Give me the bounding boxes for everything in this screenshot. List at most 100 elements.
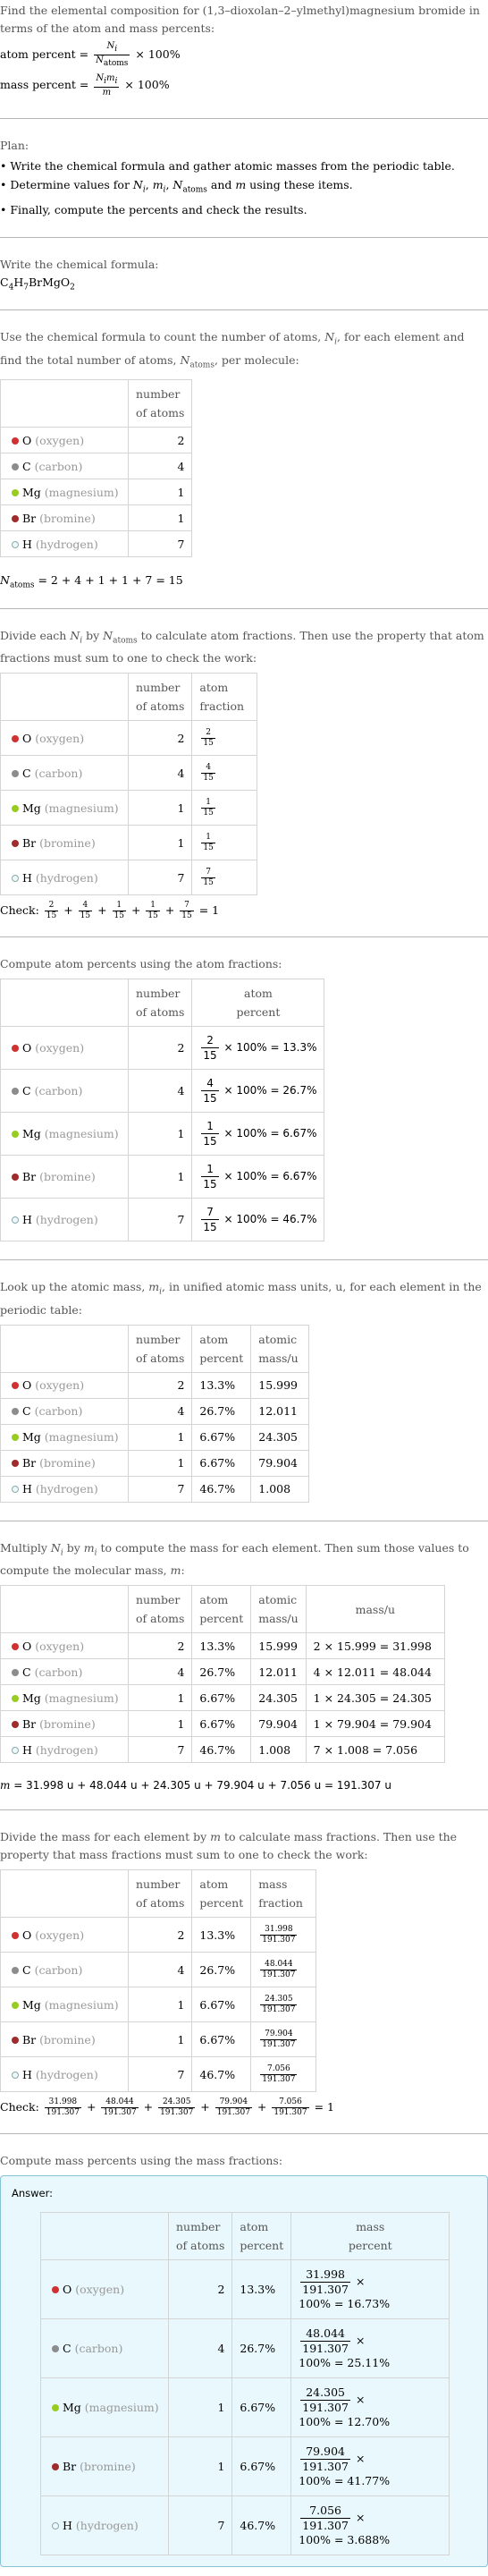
element-symbol: O <box>22 1041 32 1055</box>
element-symbol: C <box>22 1084 31 1097</box>
check-label: Check: <box>0 903 39 917</box>
mass-fraction-lead: Divide the mass for each element by m to… <box>0 1830 458 1861</box>
atom-count: 1 <box>127 1987 193 2022</box>
fraction: 79.904 191.307 <box>260 2029 298 2049</box>
lookup-section: Look up the atomic mass, mi, in unified … <box>0 1271 488 1503</box>
element-name: (bromine) <box>39 511 96 525</box>
mass-calc: 7 × 1.008 = 7.056 <box>305 1736 445 1763</box>
atom-fraction: 7 15 <box>191 860 258 895</box>
fraction: 48.044 191.307 <box>101 2097 139 2117</box>
element-name: (carbon) <box>34 1962 83 1977</box>
column-header: number of atoms <box>127 1869 193 1918</box>
element-name: (bromine) <box>39 1456 96 1470</box>
atom-percent-table: number of atoms atom percent O (oxygen) 2 2 15 … <box>0 979 325 1241</box>
question-text: Find the elemental composition for (1,3–… <box>0 4 480 35</box>
table-row: Mg (magnesium) 1 6.67% 24.305 191.307 <box>0 1987 317 2022</box>
atom-percent: 26.7% <box>191 1397 252 1425</box>
count-table: number of atoms O (oxygen) 2 C (carbon) 4 Mg (… <box>0 379 193 557</box>
element-cell: H (hydrogen) <box>0 530 129 557</box>
atom-count: 2 <box>127 1632 193 1659</box>
fraction: 1 15 <box>201 832 215 852</box>
answer-label: Answer: <box>12 2187 54 2199</box>
plan-list: Write the chemical formula and gather at… <box>0 157 488 219</box>
element-color-dot-icon <box>12 1694 19 1702</box>
element-name: (magnesium) <box>44 485 119 499</box>
atom-percent-calc: 1 15 × 100% = 6.67% <box>191 1155 325 1199</box>
element-cell: C (carbon) <box>0 1397 129 1425</box>
fraction: 4 15 <box>78 901 93 920</box>
atom-count: 1 <box>127 2021 193 2057</box>
element-name: (hydrogen) <box>75 2519 139 2532</box>
element-name: (carbon) <box>74 2342 123 2355</box>
divider <box>0 236 488 238</box>
atom-count: 4 <box>127 1069 193 1113</box>
atom-count: 4 <box>127 755 193 791</box>
atom-fraction-check: Check: 2 15 + 4 15 + 1 15 + 1 15 + 7 15 = 1 <box>0 901 220 920</box>
element-cell: O (oxygen) <box>0 1632 129 1659</box>
element-cell: Mg (magnesium) <box>0 1112 129 1156</box>
atom-count: 2 <box>127 1917 193 1953</box>
mass-percent-result: 100% = 12.70% <box>299 2415 391 2428</box>
atom-count: 7 <box>127 1736 193 1763</box>
table-row: O (oxygen) 2 2 15 × 100% = 13.3% <box>0 1026 325 1070</box>
mass-fraction: 79.904 191.307 <box>250 2021 317 2057</box>
element-name: (bromine) <box>39 1716 96 1731</box>
answer-table: number of atoms atom percent mass percent O (o… <box>40 2212 450 2555</box>
column-header: mass fraction <box>250 1869 317 1918</box>
element-symbol: O <box>22 433 32 447</box>
element-color-dot-icon <box>12 514 19 522</box>
atomic-mass: 24.305 <box>250 1684 307 1711</box>
table-row: Mg (magnesium) 1 6.67% 24.305 1 × 24.305 = 2… <box>0 1684 445 1711</box>
element-color-dot-icon <box>12 1931 19 1939</box>
element-cell: C (carbon) <box>0 755 129 791</box>
table-row: Mg (magnesium) 1 1 15 × 100% = 6.67% <box>0 1112 325 1156</box>
atom-count: 4 <box>167 2318 233 2378</box>
element-symbol: C <box>22 766 31 780</box>
element-symbol: Br <box>22 2032 37 2046</box>
table-row: O (oxygen) 2 13.3% 31.998 191.307 × 100% = 16… <box>40 2259 450 2319</box>
column-header <box>0 673 129 721</box>
element-name: (magnesium) <box>44 1127 119 1140</box>
element-name: (hydrogen) <box>35 1742 98 1757</box>
element-symbol: Br <box>22 1170 37 1183</box>
column-header: number of atoms <box>127 1585 193 1633</box>
check-label: Check: <box>0 2100 39 2114</box>
element-cell: H (hydrogen) <box>0 1475 129 1503</box>
element-cell: C (carbon) <box>40 2318 169 2378</box>
element-color-dot-icon <box>12 1486 19 1493</box>
element-color-dot-icon <box>12 1460 19 1467</box>
element-cell: Br (bromine) <box>40 2436 169 2496</box>
count-lead: Use the chemical formula to count the nu… <box>0 330 465 369</box>
element-symbol: H <box>22 1482 32 1496</box>
element-symbol: C <box>22 1962 31 1977</box>
element-name: (bromine) <box>80 2460 136 2473</box>
mass-percent-calc: 24.305 191.307 × 100% = 12.70% <box>290 2377 450 2437</box>
element-cell: O (oxygen) <box>0 1371 129 1399</box>
table-header-row: number of atoms atom percent <box>0 979 325 1027</box>
fraction: 24.305 191.307 <box>300 2385 350 2414</box>
element-symbol: Mg <box>22 485 41 499</box>
atom-count: 4 <box>127 1952 193 1987</box>
element-symbol: Mg <box>22 801 41 815</box>
element-color-dot-icon <box>12 1088 19 1095</box>
element-color-dot-icon <box>12 1131 19 1138</box>
table-row: C (carbon) 4 26.7% 48.044 191.307 <box>0 1952 317 1987</box>
element-color-dot-icon <box>12 540 19 548</box>
element-color-dot-icon <box>12 488 19 496</box>
atom-count: 7 <box>127 2056 193 2092</box>
mass-percent-calc: 79.904 191.307 × 100% = 41.77% <box>290 2436 450 2496</box>
fraction-lead: Divide each Ni by Natoms to calculate at… <box>0 628 484 665</box>
atomic-mass: 79.904 <box>250 1710 307 1737</box>
divider <box>0 2133 488 2134</box>
element-cell: H (hydrogen) <box>0 860 129 895</box>
divider <box>0 1809 488 1810</box>
atomic-mass: 79.904 <box>250 1449 310 1477</box>
divider <box>0 607 488 609</box>
atomic-mass: 15.999 <box>250 1632 307 1659</box>
atom-count: 4 <box>127 1658 193 1685</box>
element-color-dot-icon <box>52 2345 59 2352</box>
plan-title: Plan: <box>0 139 29 152</box>
table-row: H (hydrogen) 7 <box>0 530 193 557</box>
element-cell: Br (bromine) <box>0 825 129 860</box>
table-header-row: number of atoms atom fraction <box>0 673 258 721</box>
